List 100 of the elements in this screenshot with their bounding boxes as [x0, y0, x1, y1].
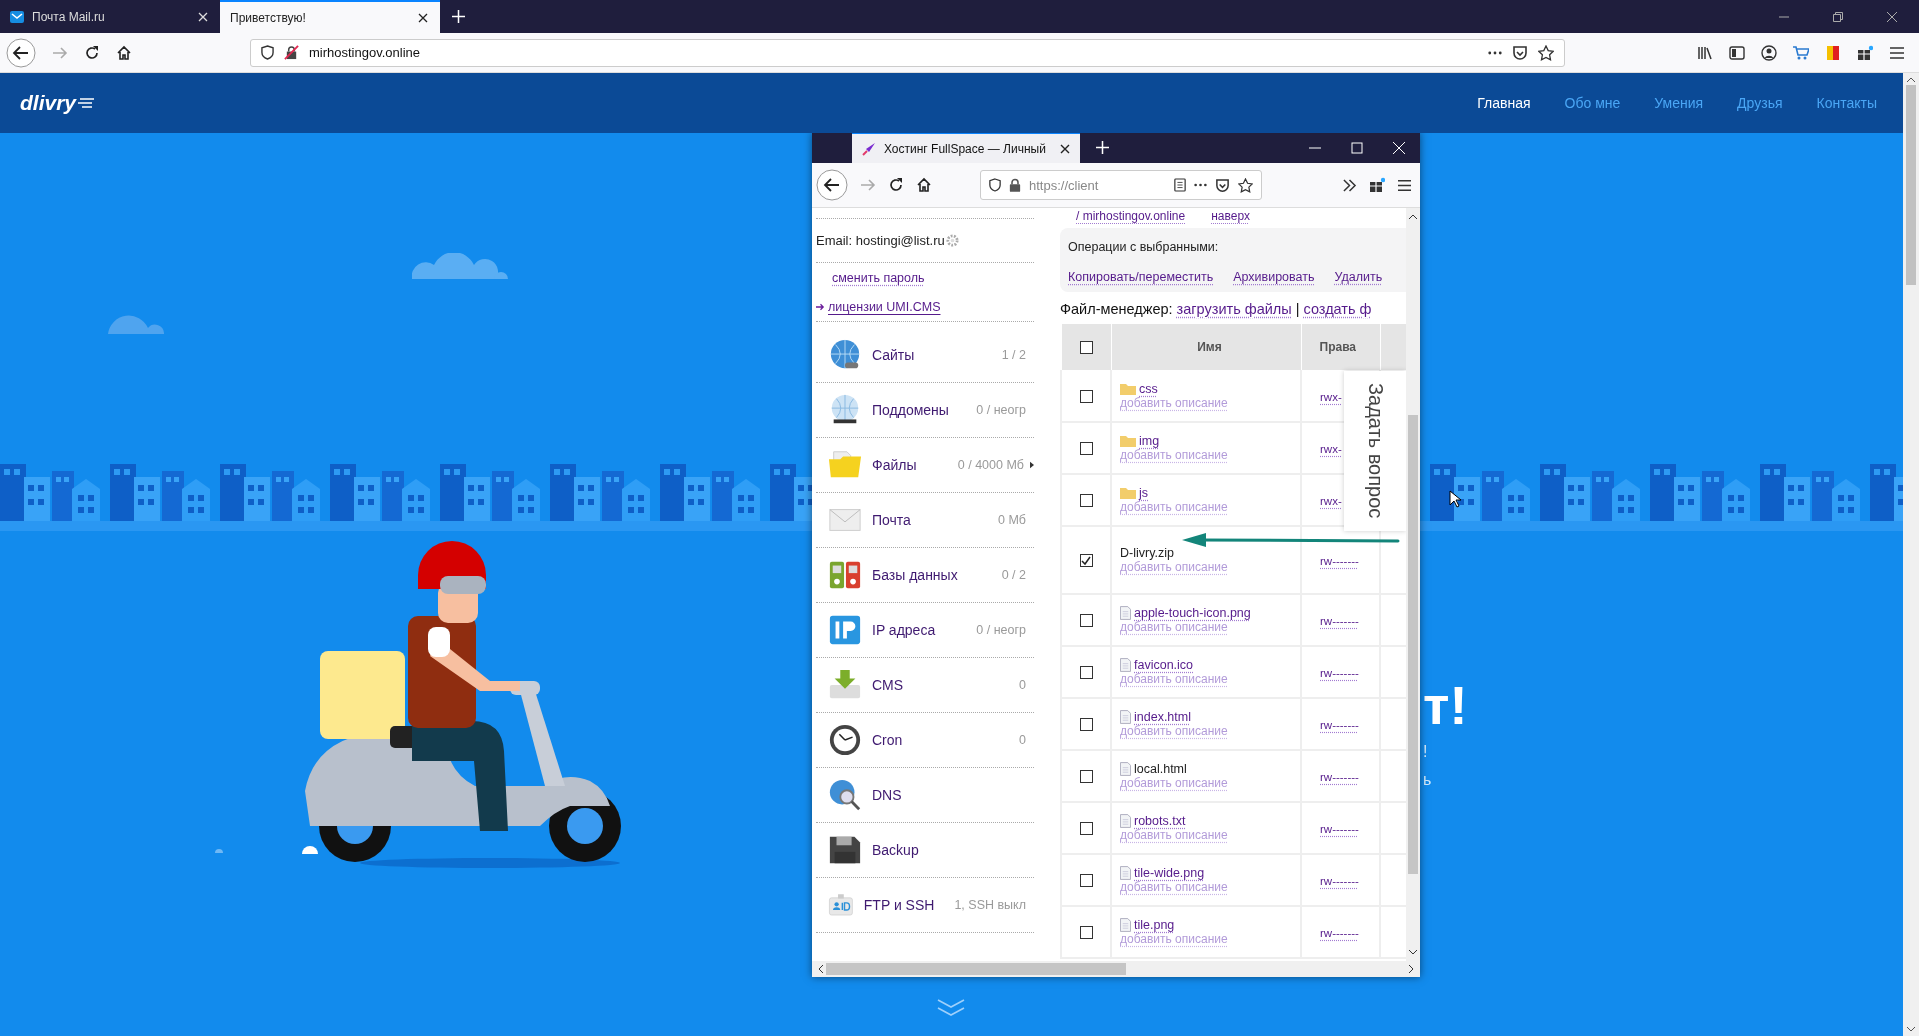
- file-link[interactable]: favicon.ico: [1134, 658, 1194, 672]
- operation-link[interactable]: Архивировать: [1233, 270, 1315, 284]
- account-link[interactable]: сменить пароль: [832, 270, 925, 285]
- lock-icon[interactable]: [1009, 178, 1021, 192]
- globe-magnifier-icon[interactable]: [828, 778, 862, 812]
- close-icon[interactable]: [418, 12, 428, 23]
- scroll-down-icon[interactable]: [1907, 1027, 1915, 1032]
- sidebar-item[interactable]: DNS: [816, 768, 1034, 823]
- file-link[interactable]: apple-touch-icon.png: [1134, 606, 1251, 620]
- permissions-link[interactable]: rwx-: [1320, 391, 1342, 403]
- page-scrollbar[interactable]: [1903, 73, 1919, 1036]
- gift-icon[interactable]: [1369, 177, 1385, 193]
- browser-tab[interactable]: Хостинг FullSpace — Личный: [852, 133, 1080, 163]
- permissions-link[interactable]: rwx-: [1320, 495, 1342, 507]
- row-checkbox[interactable]: [1079, 822, 1093, 836]
- pocket-icon[interactable]: [1215, 177, 1230, 193]
- breadcrumb-link[interactable]: / mirhostingov.online: [1076, 210, 1186, 222]
- file-link[interactable]: robots.txt: [1134, 814, 1186, 828]
- star-icon[interactable]: [1538, 44, 1554, 61]
- file-manager-link[interactable]: создать ф: [1303, 301, 1372, 317]
- permissions-link[interactable]: rw-------: [1320, 719, 1359, 731]
- shield-icon[interactable]: [989, 178, 1001, 192]
- row-checkbox[interactable]: [1079, 554, 1093, 568]
- file-link[interactable]: css: [1139, 382, 1158, 396]
- new-tab-icon[interactable]: [452, 10, 465, 23]
- sidebar-item[interactable]: FTP и SSH 1, SSH выкл: [816, 878, 1034, 933]
- home-icon[interactable]: [116, 44, 132, 61]
- maximize-icon[interactable]: [1351, 141, 1363, 154]
- account-icon[interactable]: [1761, 44, 1777, 61]
- more-icon[interactable]: [1194, 183, 1207, 187]
- file-link[interactable]: index.html: [1134, 710, 1191, 724]
- new-tab-icon[interactable]: [1096, 141, 1109, 154]
- sidebar-item[interactable]: Cron 0: [816, 713, 1034, 768]
- site-logo[interactable]: dlivry: [20, 91, 77, 115]
- row-checkbox[interactable]: [1079, 494, 1093, 508]
- back-button[interactable]: [816, 169, 848, 201]
- scroll-left-icon[interactable]: [818, 965, 823, 973]
- column-header[interactable]: Права: [1301, 323, 1380, 371]
- file-link[interactable]: tile.png: [1134, 918, 1175, 932]
- row-checkbox[interactable]: [1079, 926, 1093, 940]
- permissions-link[interactable]: rw-------: [1320, 615, 1359, 627]
- back-button[interactable]: [6, 37, 36, 68]
- sidebar-item[interactable]: Поддомены 0 / неогр: [816, 383, 1034, 438]
- sidebar-item[interactable]: Сайты 1 / 2: [816, 328, 1034, 383]
- star-icon[interactable]: [1238, 177, 1253, 193]
- expand-arrow-icon[interactable]: [1030, 461, 1034, 469]
- home-icon[interactable]: [916, 177, 932, 193]
- more-icon[interactable]: [1488, 50, 1502, 55]
- row-checkbox[interactable]: [1079, 390, 1093, 404]
- pocket-icon[interactable]: [1512, 44, 1528, 61]
- menu-icon[interactable]: [1397, 178, 1412, 192]
- sidebar-item[interactable]: Backup: [816, 823, 1034, 878]
- reader-view-icon[interactable]: [1174, 178, 1186, 192]
- file-link[interactable]: img: [1139, 434, 1160, 448]
- shield-icon[interactable]: [261, 45, 274, 60]
- row-checkbox[interactable]: [1079, 874, 1093, 888]
- address-bar[interactable]: mirhostingov.online: [250, 38, 1565, 67]
- file-link[interactable]: js: [1139, 486, 1149, 500]
- sidebar-icon[interactable]: [1729, 44, 1745, 61]
- scrollbar-thumb[interactable]: [1408, 415, 1418, 874]
- sidebar-item[interactable]: Почта 0 Мб: [816, 493, 1034, 548]
- overflow-chevron-icon[interactable]: [1342, 178, 1357, 192]
- gift-icon[interactable]: [1857, 44, 1873, 61]
- select-all-checkbox[interactable]: [1079, 341, 1093, 355]
- file-link[interactable]: tile-wide.png: [1134, 866, 1205, 880]
- scrollbar-thumb[interactable]: [826, 963, 1126, 975]
- permissions-link[interactable]: rw-------: [1320, 927, 1359, 939]
- scroll-up-icon[interactable]: [1409, 214, 1417, 219]
- close-icon[interactable]: [1060, 143, 1070, 154]
- close-icon[interactable]: [1887, 11, 1897, 22]
- row-checkbox[interactable]: [1079, 442, 1093, 456]
- permissions-link[interactable]: rw-------: [1320, 823, 1359, 835]
- column-header[interactable]: Имя: [1111, 323, 1301, 371]
- horizontal-scrollbar[interactable]: [812, 961, 1420, 977]
- sidebar-item[interactable]: Базы данных 0 / 2: [816, 548, 1034, 603]
- ask-question-tab[interactable]: Задать вопрос: [1344, 371, 1406, 531]
- operation-link[interactable]: Удалить: [1334, 270, 1383, 284]
- permissions-link[interactable]: rw-------: [1320, 555, 1359, 567]
- scroll-right-icon[interactable]: [1409, 965, 1414, 973]
- sidebar-item[interactable]: CMS 0: [816, 658, 1034, 713]
- file-manager-link[interactable]: загрузить файлы: [1176, 301, 1292, 317]
- address-bar[interactable]: https://client: [980, 170, 1262, 200]
- row-checkbox[interactable]: [1079, 770, 1093, 784]
- row-checkbox[interactable]: [1079, 614, 1093, 628]
- clock-icon[interactable]: [828, 723, 862, 757]
- menu-icon[interactable]: [1889, 45, 1905, 60]
- permissions-link[interactable]: rw-------: [1320, 771, 1359, 783]
- cart-icon[interactable]: [1793, 44, 1809, 61]
- up-link[interactable]: наверх: [1211, 210, 1250, 222]
- ip-badge-icon[interactable]: [828, 613, 862, 647]
- lock-crossed-icon[interactable]: [284, 45, 299, 60]
- account-link[interactable]: лицензии UMI.CMS: [828, 299, 941, 314]
- restore-icon[interactable]: [1833, 11, 1843, 22]
- reload-icon[interactable]: [84, 44, 100, 61]
- scrollbar-thumb[interactable]: [1906, 85, 1916, 285]
- row-checkbox[interactable]: [1079, 718, 1093, 732]
- scroll-up-icon[interactable]: [1907, 77, 1915, 82]
- browser-tab[interactable]: Почта Mail.ru: [0, 0, 220, 33]
- permissions-link[interactable]: rwx-: [1320, 443, 1342, 455]
- permissions-link[interactable]: rw-------: [1320, 875, 1359, 887]
